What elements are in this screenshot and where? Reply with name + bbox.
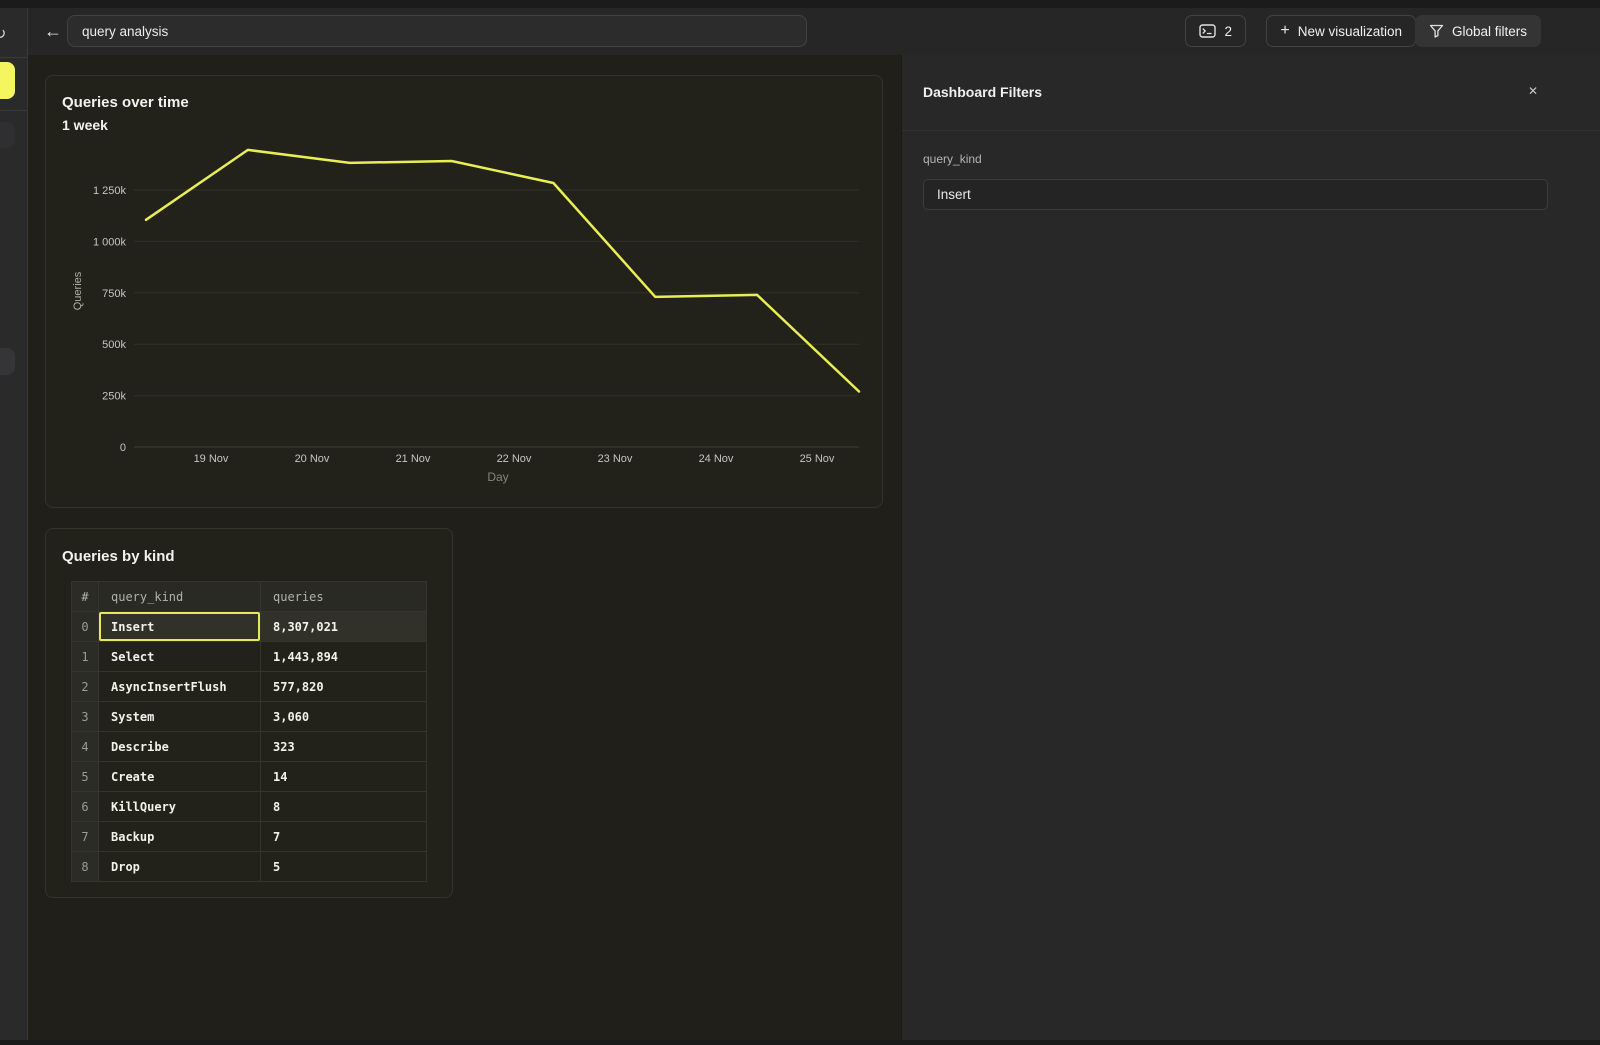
x-axis-title: Day [487, 470, 508, 484]
queries-value-cell[interactable]: 8 [261, 792, 427, 822]
queries-by-kind-panel: Queries by kind # query_kind queries 0In… [45, 528, 453, 898]
query-kind-cell[interactable]: KillQuery [99, 792, 261, 822]
y-tick-label: 0 [120, 442, 126, 454]
dashboard-filters-panel: Dashboard Filters ✕ query_kind [901, 55, 1600, 1040]
y-tick-label: 1 000k [93, 236, 127, 248]
column-header-queries: queries [261, 582, 427, 612]
top-bar: ← 2 + New visualization Global filters [28, 8, 1600, 55]
queries-over-time-chart: 0 250k 500k 750k 1 000k 1 250k 19 Nov 20 Nov 21 … [46, 136, 884, 496]
plus-icon: + [1280, 23, 1289, 39]
sidebar-tab[interactable] [0, 348, 15, 375]
close-icon[interactable]: ✕ [1528, 85, 1538, 97]
x-tick-label: 23 Nov [598, 453, 633, 465]
x-tick-label: 20 Nov [295, 453, 330, 465]
queries-over-time-panel: Queries over time 1 week 0 250k 500k 750k 1 … [45, 75, 883, 508]
queries-value-cell[interactable]: 7 [261, 822, 427, 852]
terminal-icon [1199, 24, 1216, 38]
table-row: 7Backup7 [72, 822, 427, 852]
top-edge-strip [0, 0, 1600, 8]
y-tick-label: 750k [102, 288, 126, 300]
queries-value-cell[interactable]: 3,060 [261, 702, 427, 732]
queries-value-cell[interactable]: 5 [261, 852, 427, 882]
y-tick-label: 1 250k [93, 185, 127, 197]
table-row: 3System3,060 [72, 702, 427, 732]
table-row: 5Create14 [72, 762, 427, 792]
global-filters-label: Global filters [1452, 24, 1527, 39]
console-count: 2 [1224, 24, 1232, 39]
back-arrow-button[interactable]: ← [40, 18, 66, 44]
x-tick-label: 22 Nov [497, 453, 532, 465]
x-tick-label: 25 Nov [800, 453, 835, 465]
line-chart-svg: 0 250k 500k 750k 1 000k 1 250k 19 Nov 20 Nov 21 … [46, 136, 884, 496]
dashboard-title-input[interactable] [67, 15, 807, 47]
queries-value-cell[interactable]: 1,443,894 [261, 642, 427, 672]
query-kind-cell[interactable]: Drop [99, 852, 261, 882]
y-tick-label: 500k [102, 339, 126, 351]
row-index-cell: 4 [72, 732, 99, 762]
console-count-button[interactable]: 2 [1185, 15, 1246, 47]
global-filters-button[interactable]: Global filters [1415, 15, 1541, 47]
queries-value-cell[interactable]: 8,307,021 [261, 612, 427, 642]
x-tick-label: 19 Nov [194, 453, 229, 465]
query-kind-cell[interactable]: Backup [99, 822, 261, 852]
table-row: 4Describe323 [72, 732, 427, 762]
table-header-row: # query_kind queries [72, 582, 427, 612]
row-index-cell: 0 [72, 612, 99, 642]
query-kind-cell[interactable]: Insert [99, 612, 261, 642]
sidebar-tab-active[interactable] [0, 62, 15, 99]
table-row: 8Drop5 [72, 852, 427, 882]
filters-divider [902, 130, 1600, 131]
column-header-query-kind: query_kind [99, 582, 261, 612]
funnel-icon [1429, 24, 1444, 38]
query-kind-cell[interactable]: Describe [99, 732, 261, 762]
x-tick-label: 21 Nov [396, 453, 431, 465]
queries-by-kind-table: # query_kind queries 0Insert8,307,0211Se… [71, 581, 427, 882]
column-header-index: # [72, 582, 99, 612]
query-kind-filter-input[interactable] [923, 179, 1548, 210]
y-axis-title: Queries [72, 271, 84, 310]
query-kind-filter-label: query_kind [923, 152, 982, 166]
query-kind-cell[interactable]: Select [99, 642, 261, 672]
table-row: 1Select1,443,894 [72, 642, 427, 672]
bottom-edge-strip [0, 1040, 1600, 1045]
queries-value-cell[interactable]: 323 [261, 732, 427, 762]
queries-value-cell[interactable]: 14 [261, 762, 427, 792]
row-index-cell: 5 [72, 762, 99, 792]
queries-line-series [146, 150, 859, 392]
row-index-cell: 1 [72, 642, 99, 672]
row-index-cell: 6 [72, 792, 99, 822]
row-index-cell: 2 [72, 672, 99, 702]
chart-title: Queries over time [62, 94, 189, 111]
table-row: 6KillQuery8 [72, 792, 427, 822]
table-row: 0Insert8,307,021 [72, 612, 427, 642]
refresh-icon[interactable]: ↻ [0, 27, 6, 43]
sidebar-tab[interactable] [0, 122, 15, 148]
sidebar-divider [0, 110, 28, 111]
new-visualization-label: New visualization [1298, 24, 1402, 39]
y-tick-label: 250k [102, 391, 126, 403]
chart-subtitle: 1 week [62, 117, 108, 133]
new-visualization-button[interactable]: + New visualization [1266, 15, 1416, 47]
filters-panel-title: Dashboard Filters [923, 84, 1042, 100]
table-row: 2AsyncInsertFlush577,820 [72, 672, 427, 702]
query-kind-cell[interactable]: Create [99, 762, 261, 792]
query-kind-cell[interactable]: AsyncInsertFlush [99, 672, 261, 702]
table-title: Queries by kind [62, 548, 175, 565]
row-index-cell: 3 [72, 702, 99, 732]
sidebar-divider [0, 57, 28, 58]
row-index-cell: 7 [72, 822, 99, 852]
row-index-cell: 8 [72, 852, 99, 882]
queries-value-cell[interactable]: 577,820 [261, 672, 427, 702]
x-tick-label: 24 Nov [699, 453, 734, 465]
query-kind-cell[interactable]: System [99, 702, 261, 732]
left-sidebar: ↻ [0, 8, 28, 1045]
